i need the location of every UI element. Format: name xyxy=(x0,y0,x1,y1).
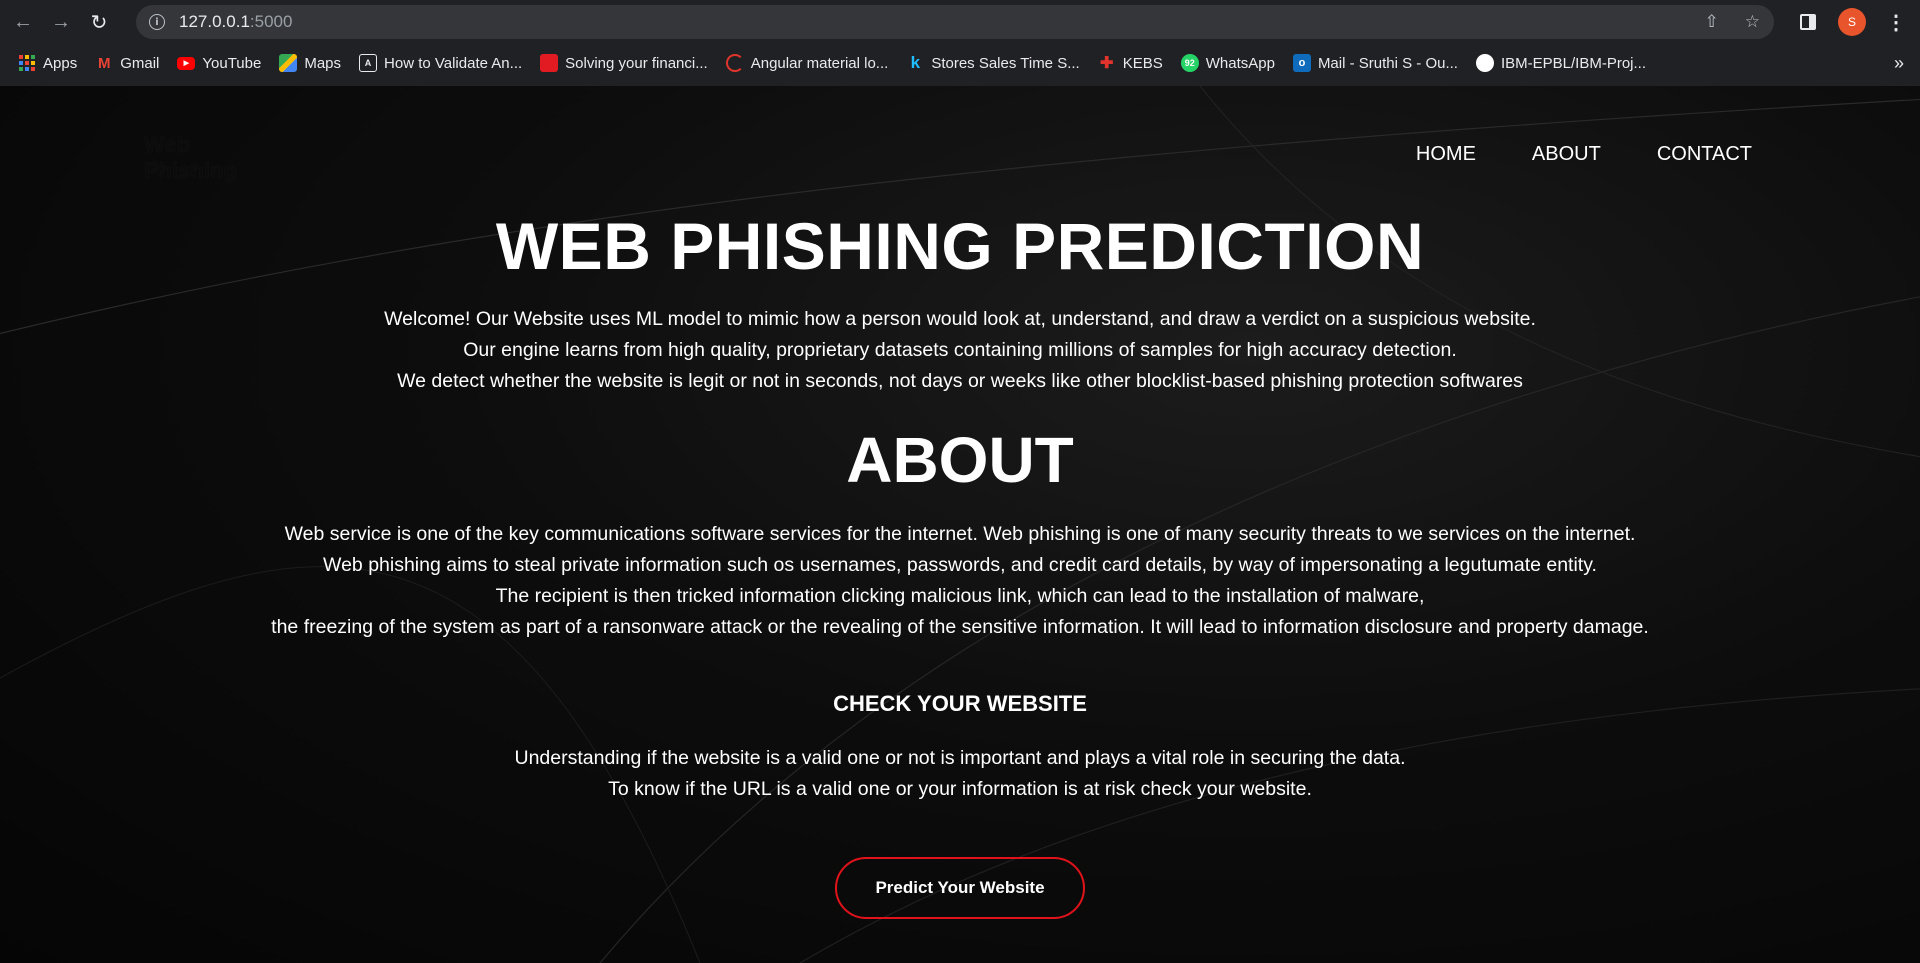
about-line: The recipient is then tricked informatio… xyxy=(495,585,1425,607)
apps-grid-icon xyxy=(18,54,36,72)
bookmark-item[interactable]: 92 WhatsApp xyxy=(1180,49,1275,77)
about-line: the freezing of the system as part of a … xyxy=(271,616,1649,638)
bookmark-label: Angular material lo... xyxy=(750,54,889,72)
bookmark-item[interactable]: ✚ KEBS xyxy=(1098,49,1163,77)
angular-c-icon xyxy=(725,54,744,72)
about-text: Web service is one of the key communicat… xyxy=(0,519,1920,643)
about-heading: ABOUT xyxy=(846,424,1074,496)
site-info-icon[interactable]: i xyxy=(149,14,165,30)
check-line: To know if the URL is a valid one or you… xyxy=(608,778,1312,800)
bookmark-label: KEBS xyxy=(1122,54,1163,72)
logo-line-1: Web xyxy=(144,132,191,157)
welcome-line: We detect whether the website is legit o… xyxy=(397,370,1523,392)
maps-icon xyxy=(279,54,298,72)
bookmark-item[interactable]: o Mail - Sruthi S - Ou... xyxy=(1292,49,1458,77)
bookmarks-bar: Apps M Gmail ▶ YouTube Maps A How to Validate A… xyxy=(0,48,1920,78)
about-line: Web phishing aims to steal private infor… xyxy=(323,554,1597,576)
kebs-icon: ✚ xyxy=(1100,55,1114,72)
bookmark-label: Apps xyxy=(43,54,78,72)
bookmark-label: Stores Sales Time S... xyxy=(931,54,1080,72)
browser-toolbar: ← → ↻ i 127.0.0.1:5000 ⇧ ☆ S ⋮ xyxy=(0,0,1920,44)
gmail-icon: M xyxy=(97,54,111,72)
bookmark-label: Mail - Sruthi S - Ou... xyxy=(1317,54,1458,72)
welcome-line: Welcome! Our Website uses ML model to mi… xyxy=(384,308,1536,330)
bookmark-item[interactable]: ▶ YouTube xyxy=(177,49,261,77)
bookmarks-overflow-icon[interactable]: » xyxy=(1894,48,1904,78)
bookmark-label: How to Validate An... xyxy=(384,54,523,72)
site-logo[interactable]: Web Phishing xyxy=(144,132,264,184)
bookmark-item[interactable]: Angular material lo... xyxy=(725,49,889,77)
youtube-icon: ▶ xyxy=(177,56,196,70)
logo-line-2: Phishing xyxy=(144,158,237,183)
check-line: Understanding if the website is a valid … xyxy=(514,747,1406,769)
share-icon[interactable]: ⇧ xyxy=(1705,12,1719,32)
address-bar[interactable]: i 127.0.0.1:5000 ⇧ ☆ xyxy=(136,5,1774,39)
outlook-icon: o xyxy=(1292,54,1311,72)
bookmark-item[interactable]: A How to Validate An... xyxy=(359,49,522,77)
kaggle-icon: k xyxy=(910,53,921,72)
check-text: Understanding if the website is a valid … xyxy=(0,743,1920,805)
bookmark-label: Gmail xyxy=(120,54,160,72)
whatsapp-icon: 92 xyxy=(1180,54,1199,72)
browser-chrome: ← → ↻ i 127.0.0.1:5000 ⇧ ☆ S ⋮ Apps M Gmai… xyxy=(0,0,1920,86)
bookmark-item[interactable]: k Stores Sales Time S... xyxy=(906,49,1080,77)
bookmark-item[interactable]: IBM-EPBL/IBM-Proj... xyxy=(1475,49,1647,77)
back-arrow-icon[interactable]: ← xyxy=(8,7,38,37)
more-menu-icon[interactable]: ⋮ xyxy=(1886,10,1906,35)
web-page: Web Phishing HOME ABOUT CONTACT WEB PHIS… xyxy=(0,86,1920,963)
bookmark-item[interactable]: Apps xyxy=(18,49,77,77)
predict-website-button[interactable]: Predict Your Website xyxy=(835,857,1085,919)
bookmark-label: Solving your financi... xyxy=(565,54,708,72)
welcome-text: Welcome! Our Website uses ML model to mi… xyxy=(0,304,1920,397)
bookmark-flag-icon xyxy=(540,54,559,72)
bookmark-item[interactable]: Solving your financi... xyxy=(540,49,708,77)
nav-home-link[interactable]: HOME xyxy=(1416,143,1476,166)
bookmark-label: IBM-EPBL/IBM-Proj... xyxy=(1500,54,1647,72)
angular-icon: A xyxy=(359,54,378,72)
nav-about-link[interactable]: ABOUT xyxy=(1532,143,1601,166)
bookmark-label: YouTube xyxy=(202,54,262,72)
nav-contact-link[interactable]: CONTACT xyxy=(1657,143,1752,166)
check-heading: CHECK YOUR WEBSITE xyxy=(833,691,1087,716)
forward-arrow-icon[interactable]: → xyxy=(46,7,76,37)
site-nav: HOME ABOUT CONTACT xyxy=(1416,143,1752,166)
welcome-line: Our engine learns from high quality, pro… xyxy=(463,339,1457,361)
url-host: 127.0.0.1 xyxy=(179,12,250,31)
bookmark-label: Maps xyxy=(304,54,342,72)
url-port: :5000 xyxy=(249,12,293,31)
bookmark-label: WhatsApp xyxy=(1205,54,1275,72)
reload-icon[interactable]: ↻ xyxy=(84,7,114,37)
side-panel-icon[interactable] xyxy=(1800,14,1816,30)
bookmark-item[interactable]: M Gmail xyxy=(95,49,159,77)
bookmark-star-icon[interactable]: ☆ xyxy=(1745,12,1760,32)
address-url[interactable]: 127.0.0.1:5000 xyxy=(179,12,292,32)
about-line: Web service is one of the key communicat… xyxy=(284,523,1636,545)
github-icon xyxy=(1475,54,1494,72)
page-title: WEB PHISHING PREDICTION xyxy=(495,209,1425,283)
profile-avatar[interactable]: S xyxy=(1838,8,1866,36)
bookmark-item[interactable]: Maps xyxy=(279,49,341,77)
